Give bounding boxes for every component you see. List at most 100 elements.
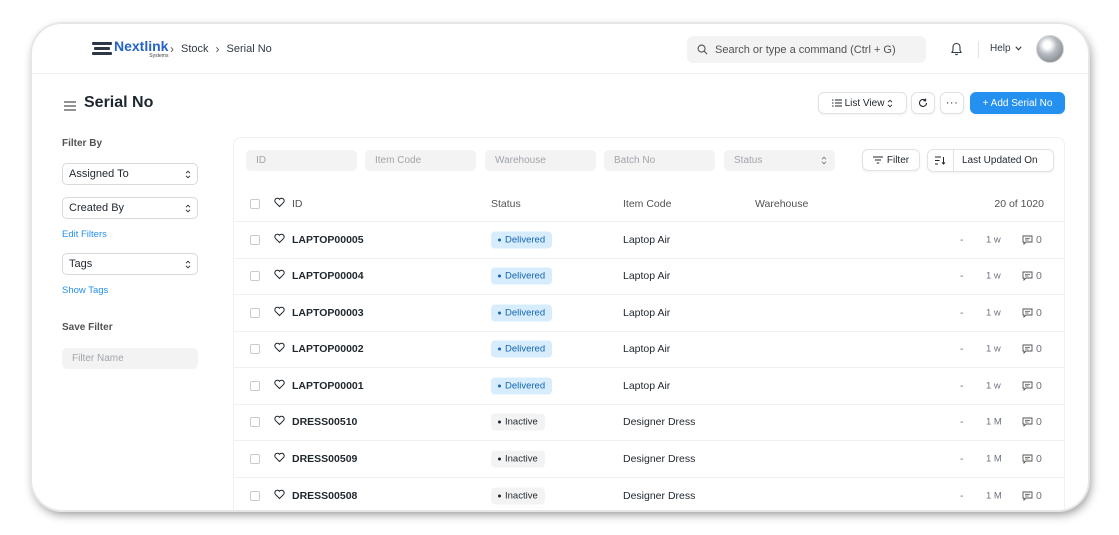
help-dropdown[interactable]: Help bbox=[990, 43, 1022, 54]
filter-name-input[interactable] bbox=[62, 348, 198, 369]
select-arrows-icon bbox=[888, 99, 893, 107]
add-serial-no-button[interactable]: + Add Serial No bbox=[970, 92, 1065, 114]
table-row[interactable]: DRESS00509 Inactive Designer Dress - 1 M… bbox=[234, 441, 1064, 478]
breadcrumb-serial-no[interactable]: Serial No bbox=[227, 43, 272, 55]
heart-icon[interactable] bbox=[274, 415, 285, 429]
select-arrows-icon bbox=[185, 170, 191, 178]
heart-icon[interactable] bbox=[274, 379, 285, 392]
sort-by-button[interactable]: Last Updated On bbox=[954, 155, 1038, 166]
serial-no-link[interactable]: LAPTOP00001 bbox=[292, 380, 364, 392]
item-code-cell: Laptop Air bbox=[623, 379, 671, 392]
assigned-cell: - bbox=[960, 416, 964, 429]
created-by-select[interactable]: Created By bbox=[62, 197, 198, 219]
notification-bell-icon[interactable] bbox=[950, 42, 963, 61]
save-filter-label: Save Filter bbox=[62, 322, 113, 333]
list-card: Status Filter Last Updated On ID Status … bbox=[233, 137, 1065, 510]
item-code-cell: Laptop Air bbox=[623, 306, 671, 319]
table-row[interactable]: LAPTOP00003 Delivered Laptop Air - 1 w 0 bbox=[234, 295, 1064, 332]
heart-icon[interactable] bbox=[274, 197, 285, 210]
filter-label: Filter bbox=[886, 154, 910, 166]
table-row[interactable]: LAPTOP00002 Delivered Laptop Air - 1 w 0 bbox=[234, 332, 1064, 368]
app-window: Nextlink Systems › Stock › Serial No Hel… bbox=[32, 24, 1088, 510]
search-bar[interactable] bbox=[687, 36, 926, 63]
assigned-to-select[interactable]: Assigned To bbox=[62, 163, 198, 185]
table-row[interactable]: LAPTOP00005 Delivered Laptop Air - 1 w 0 bbox=[234, 222, 1064, 259]
table-row[interactable]: DRESS00508 Inactive Designer Dress - 1 M… bbox=[234, 478, 1064, 511]
comment-icon bbox=[1022, 308, 1033, 318]
heart-icon[interactable] bbox=[274, 489, 285, 502]
avatar[interactable] bbox=[1036, 35, 1064, 63]
status-filter-select[interactable]: Status bbox=[724, 150, 835, 171]
select-all-checkbox[interactable] bbox=[250, 198, 260, 209]
assigned-cell: - bbox=[960, 343, 964, 356]
row-checkbox[interactable] bbox=[250, 417, 260, 428]
serial-no-link[interactable]: LAPTOP00004 bbox=[292, 270, 364, 282]
modified-time: 1 M bbox=[986, 416, 1002, 428]
modified-time: 1 M bbox=[986, 453, 1002, 465]
heart-icon[interactable] bbox=[274, 269, 285, 283]
row-checkbox[interactable] bbox=[250, 344, 260, 355]
heart-icon[interactable] bbox=[274, 306, 285, 319]
comment-count[interactable]: 0 bbox=[1022, 307, 1042, 319]
serial-no-link[interactable]: LAPTOP00002 bbox=[292, 343, 364, 355]
heart-icon[interactable] bbox=[274, 342, 285, 356]
comment-count[interactable]: 0 bbox=[1022, 380, 1042, 392]
tags-select[interactable]: Tags bbox=[62, 253, 198, 275]
row-checkbox[interactable] bbox=[250, 490, 260, 501]
serial-no-link[interactable]: DRESS00509 bbox=[292, 453, 357, 465]
table-row[interactable]: DRESS00510 Inactive Designer Dress - 1 M… bbox=[234, 405, 1064, 441]
assigned-cell: - bbox=[960, 379, 964, 392]
comment-icon bbox=[1022, 271, 1033, 282]
serial-no-link[interactable]: LAPTOP00003 bbox=[292, 307, 364, 319]
modified-time: 1 w bbox=[986, 270, 1001, 282]
row-checkbox[interactable] bbox=[250, 234, 260, 245]
heart-icon[interactable] bbox=[274, 452, 285, 465]
table-row[interactable]: LAPTOP00001 Delivered Laptop Air - 1 w 0 bbox=[234, 368, 1064, 405]
refresh-button[interactable] bbox=[911, 92, 935, 114]
heart-icon[interactable] bbox=[274, 233, 285, 246]
comment-count[interactable]: 0 bbox=[1022, 234, 1042, 246]
logo[interactable]: Nextlink Systems bbox=[92, 38, 168, 60]
sidebar-toggle-icon[interactable] bbox=[64, 98, 76, 116]
logo-text: Nextlink bbox=[114, 38, 169, 54]
comment-icon bbox=[1022, 454, 1033, 464]
comment-icon bbox=[1022, 491, 1033, 501]
comment-count[interactable]: 0 bbox=[1022, 416, 1042, 428]
breadcrumb-stock[interactable]: Stock bbox=[181, 43, 209, 55]
row-checkbox[interactable] bbox=[250, 307, 260, 318]
batch-no-filter-input[interactable] bbox=[604, 150, 715, 171]
id-filter-input[interactable] bbox=[246, 150, 357, 171]
comment-count[interactable]: 0 bbox=[1022, 270, 1042, 282]
row-checkbox[interactable] bbox=[250, 271, 260, 282]
sort-order-button[interactable] bbox=[928, 150, 954, 171]
comment-count[interactable]: 0 bbox=[1022, 453, 1042, 465]
comment-icon bbox=[1022, 344, 1033, 355]
edit-filters-link[interactable]: Edit Filters bbox=[62, 229, 107, 240]
serial-no-link[interactable]: DRESS00510 bbox=[292, 416, 357, 428]
show-tags-link[interactable]: Show Tags bbox=[62, 285, 108, 296]
help-label: Help bbox=[990, 43, 1011, 54]
table-row[interactable]: LAPTOP00004 Delivered Laptop Air - 1 w 0 bbox=[234, 259, 1064, 295]
warehouse-filter-input[interactable] bbox=[485, 150, 596, 171]
comment-count[interactable]: 0 bbox=[1022, 343, 1042, 355]
row-checkbox[interactable] bbox=[250, 380, 260, 391]
filter-icon bbox=[872, 156, 883, 164]
status-badge: Inactive bbox=[491, 487, 545, 505]
search-input[interactable] bbox=[715, 43, 905, 56]
serial-no-link[interactable]: LAPTOP00005 bbox=[292, 234, 364, 246]
item-code-cell: Designer Dress bbox=[623, 416, 696, 429]
assigned-cell: - bbox=[960, 452, 964, 465]
comment-count[interactable]: 0 bbox=[1022, 490, 1042, 502]
item-code-filter-input[interactable] bbox=[365, 150, 476, 171]
modified-time: 1 w bbox=[986, 343, 1001, 355]
modified-time: 1 w bbox=[986, 307, 1001, 319]
column-header-status: Status bbox=[491, 197, 521, 210]
filter-button[interactable]: Filter bbox=[862, 149, 920, 171]
more-actions-button[interactable]: ··· bbox=[940, 92, 964, 114]
list-view-button[interactable]: List View bbox=[818, 92, 907, 114]
serial-no-link[interactable]: DRESS00508 bbox=[292, 490, 357, 502]
item-code-cell: Laptop Air bbox=[623, 233, 671, 246]
page-head: Serial No List View ··· + Add Serial No bbox=[32, 74, 1088, 132]
status-badge: Inactive bbox=[491, 450, 545, 468]
row-checkbox[interactable] bbox=[250, 453, 260, 464]
